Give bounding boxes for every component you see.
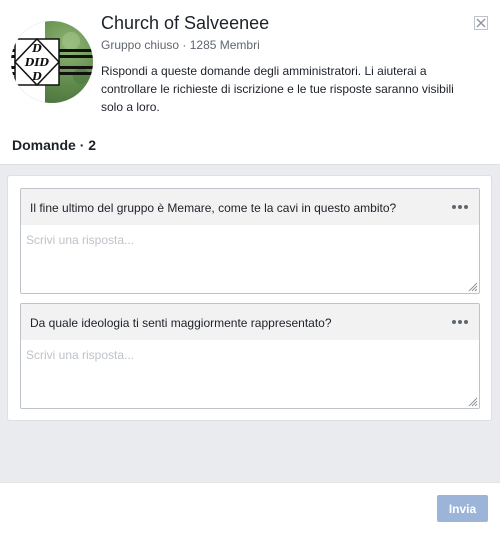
close-button[interactable]: [474, 16, 488, 30]
avatar-letter-bottom: D: [31, 70, 42, 83]
meta-separator: ·: [182, 38, 187, 52]
group-privacy: Gruppo chiuso: [101, 38, 180, 52]
group-avatar: D DID D: [11, 21, 93, 103]
question-box: Il fine ultimo del gruppo è Memare, come…: [20, 188, 480, 294]
avatar-letters-middle: DID: [24, 56, 50, 69]
group-meta: Gruppo chiuso · 1285 Membri: [101, 38, 260, 52]
group-members-count: 1285 Membri: [189, 38, 260, 52]
question-header: Da quale ideologia ti senti maggiormente…: [21, 304, 479, 340]
more-options-button[interactable]: [452, 320, 470, 326]
intro-text: Rispondi a queste domande degli amminist…: [101, 64, 454, 114]
more-options-button[interactable]: [452, 205, 470, 211]
questions-section-title: Domande · 2: [12, 137, 96, 153]
questions-panel: Il fine ultimo del gruppo è Memare, come…: [0, 164, 500, 482]
group-name[interactable]: Church of Salveenee: [101, 13, 269, 34]
question-box: Da quale ideologia ti senti maggiormente…: [20, 303, 480, 409]
close-icon: [474, 16, 488, 30]
resize-grip-icon[interactable]: [467, 396, 478, 407]
group-avatar-image: D DID D: [11, 21, 93, 103]
avatar-letter-top: D: [31, 42, 42, 55]
more-options-icon: [452, 205, 456, 209]
footer-divider: [0, 482, 500, 483]
more-options-icon: [452, 320, 456, 324]
questions-card: Il fine ultimo del gruppo è Memare, come…: [7, 175, 492, 421]
question-text: Da quale ideologia ti senti maggiormente…: [30, 316, 332, 330]
answer-input[interactable]: [21, 225, 479, 293]
questions-label: Domande: [12, 137, 76, 153]
dialog-header: D DID D Church of Salveenee Gruppo chius…: [0, 0, 500, 128]
question-header: Il fine ultimo del gruppo è Memare, come…: [21, 189, 479, 225]
resize-grip-icon[interactable]: [467, 281, 478, 292]
send-button[interactable]: Invia: [437, 495, 488, 522]
questions-count: 2: [88, 137, 97, 153]
questions-separator: ·: [79, 137, 85, 153]
answer-input[interactable]: [21, 340, 479, 408]
question-text: Il fine ultimo del gruppo è Memare, come…: [30, 201, 397, 215]
